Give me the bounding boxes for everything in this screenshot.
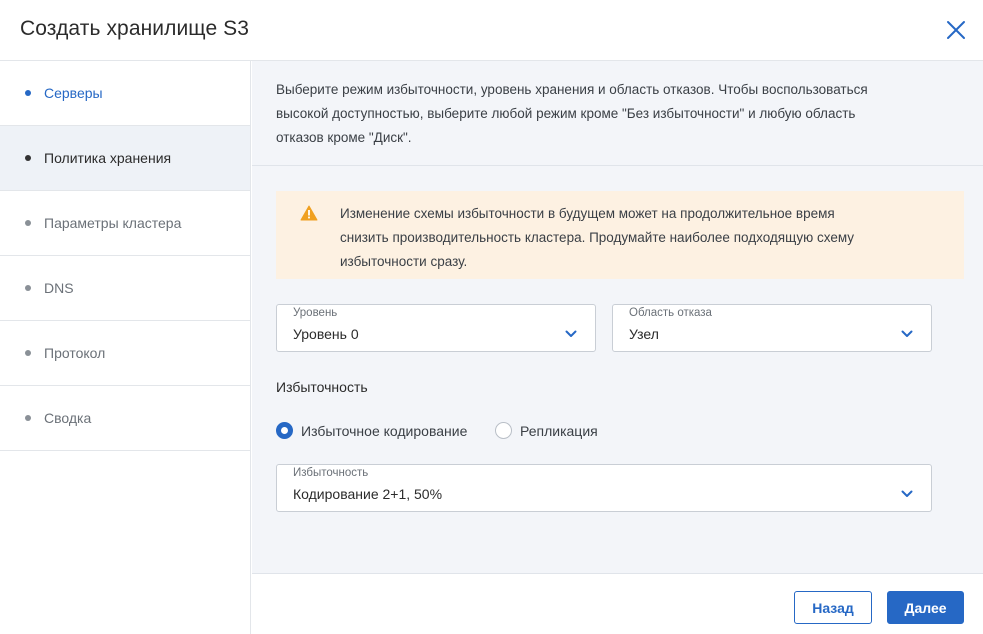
description: Выберите режим избыточности, уровень хра… — [252, 61, 983, 166]
chevron-down-icon — [901, 485, 913, 497]
step-dot — [25, 220, 31, 226]
redundancy-select-label: Избыточность — [293, 467, 369, 479]
radio-circle[interactable] — [276, 422, 293, 439]
failure-domain-select-value: Узел — [629, 326, 659, 342]
step-label: Протокол — [44, 345, 106, 361]
step-label: Политика хранения — [44, 150, 172, 166]
step-storage-policy[interactable]: Политика хранения — [0, 126, 250, 191]
step-dot — [25, 90, 31, 96]
tier-select[interactable]: Уровень Уровень 0 — [276, 304, 596, 352]
redundancy-select-value: Кодирование 2+1, 50% — [293, 486, 443, 502]
description-line: отказов кроме "Диск". — [276, 130, 412, 145]
warning-line: снизить производительность кластера. Про… — [340, 230, 855, 245]
step-cluster-parameters[interactable]: Параметры кластера — [0, 191, 250, 256]
failure-domain-select-label: Область отказа — [629, 307, 712, 319]
back-button[interactable]: Назад — [794, 591, 872, 624]
next-button[interactable]: Далее — [887, 591, 964, 624]
step-label: DNS — [44, 280, 74, 296]
warning-icon — [300, 205, 318, 221]
chevron-down-icon — [901, 325, 913, 337]
chevron-down-icon — [565, 325, 577, 337]
step-dns[interactable]: DNS — [0, 256, 250, 321]
redundancy-select[interactable]: Избыточность Кодирование 2+1, 50% — [276, 464, 932, 512]
close-icon[interactable] — [944, 18, 968, 42]
radio-replication[interactable]: Репликация — [495, 422, 598, 439]
step-dot — [25, 155, 31, 161]
step-label: Сводка — [44, 410, 92, 426]
step-dot — [25, 285, 31, 291]
warning-line: избыточности сразу. — [340, 254, 468, 269]
dialog-title: Создать хранилище S3 — [20, 17, 250, 40]
redundancy-title: Избыточность — [276, 379, 368, 395]
step-summary[interactable]: Сводка — [0, 386, 250, 451]
dialog-header: Создать хранилище S3 — [0, 0, 983, 61]
description-line: высокой доступностью, выберите любой реж… — [276, 106, 856, 121]
step-dot — [25, 350, 31, 356]
warning-banner: Изменение схемы избыточности в будущем м… — [276, 191, 964, 279]
step-servers[interactable]: Серверы — [0, 61, 250, 126]
step-protocol[interactable]: Протокол — [0, 321, 250, 386]
radio-label: Избыточное кодирование — [301, 422, 468, 439]
dialog-footer: Назад Далее — [252, 573, 983, 634]
failure-domain-select[interactable]: Область отказа Узел — [612, 304, 932, 352]
wizard-steps: Серверы Политика хранения Параметры клас… — [0, 61, 251, 634]
step-label: Параметры кластера — [44, 215, 182, 231]
tier-select-value: Уровень 0 — [293, 326, 359, 342]
policy-form: Изменение схемы избыточности в будущем м… — [252, 166, 983, 573]
tier-select-label: Уровень — [293, 307, 338, 319]
main-panel: Выберите режим избыточности, уровень хра… — [252, 61, 983, 573]
radio-label: Репликация — [520, 422, 598, 439]
step-dot — [25, 415, 31, 421]
description-line: Выберите режим избыточности, уровень хра… — [276, 82, 868, 97]
warning-line: Изменение схемы избыточности в будущем м… — [340, 206, 835, 221]
step-label: Серверы — [44, 85, 103, 101]
radio-erasure-coding[interactable]: Избыточное кодирование — [276, 422, 467, 439]
radio-circle[interactable] — [495, 422, 512, 439]
